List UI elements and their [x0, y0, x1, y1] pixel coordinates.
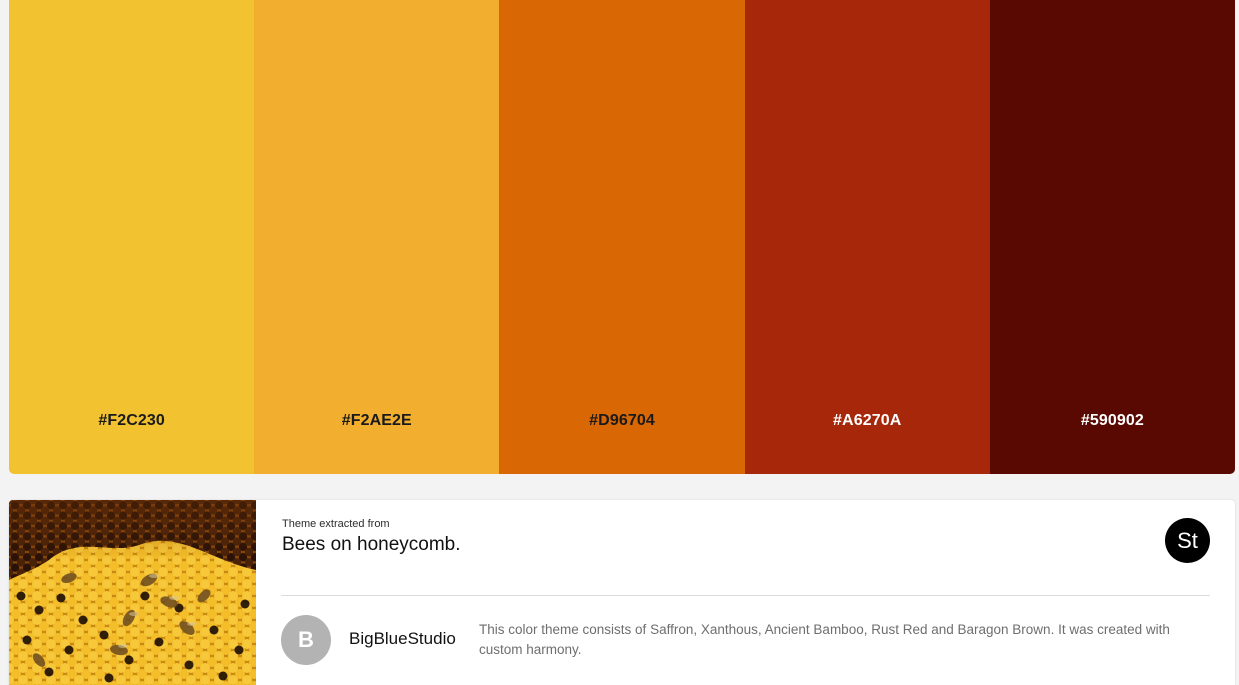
swatch-hex-label: #F2AE2E — [341, 412, 412, 429]
swatch-2[interactable]: #F2AE2E — [254, 0, 500, 474]
swatch-1[interactable]: #F2C230 — [9, 0, 255, 474]
swatch-3[interactable]: #D96704 — [499, 0, 745, 474]
adobe-stock-icon[interactable]: St — [1165, 518, 1210, 563]
theme-description: This color theme consists of Saffron, Xa… — [479, 622, 1170, 657]
author-name-link[interactable]: BigBlueStudio — [349, 629, 456, 649]
swatch-hex-label: #D96704 — [589, 412, 655, 429]
color-palette: #F2C230 #F2AE2E #D96704 #A6270A #590902 — [9, 0, 1235, 474]
swatch-hex-label: #590902 — [1080, 412, 1144, 429]
theme-info-card: Theme extracted from Bees on honeycomb. … — [9, 500, 1235, 685]
swatch-hex-label: #A6270A — [833, 412, 902, 429]
swatch-hex-label: #F2C230 — [98, 412, 165, 429]
honeycomb-thumbnail[interactable] — [9, 500, 256, 685]
source-label: Theme extracted from — [282, 518, 390, 530]
divider — [281, 595, 1210, 596]
source-title-link[interactable]: Bees on honeycomb. — [282, 534, 461, 556]
swatch-4[interactable]: #A6270A — [744, 0, 990, 474]
theme-page: #F2C230 #F2AE2E #D96704 #A6270A #590902 — [0, 0, 1239, 685]
swatch-5[interactable]: #590902 — [989, 0, 1235, 474]
avatar[interactable]: B — [281, 615, 331, 665]
